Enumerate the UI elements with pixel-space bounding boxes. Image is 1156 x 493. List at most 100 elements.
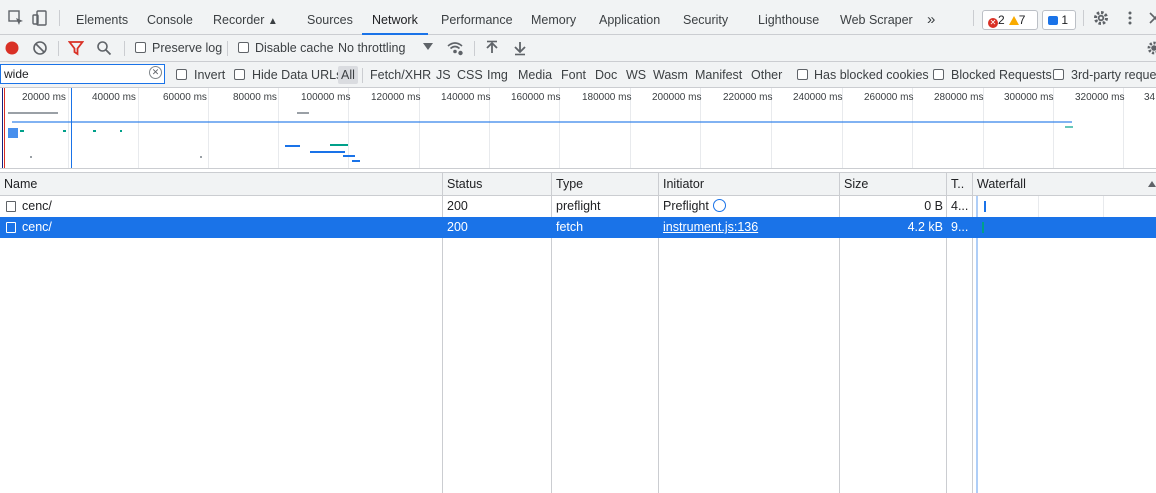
type-filter-fetch-xhr[interactable]: Fetch/XHR	[370, 67, 431, 85]
kebab-menu-icon[interactable]	[1121, 9, 1139, 27]
tab-elements[interactable]: Elements	[76, 0, 128, 35]
search-icon[interactable]	[96, 40, 112, 56]
disable-cache-checkbox[interactable]	[238, 42, 249, 53]
filter-bar: wide ✕ Invert Hide Data URLs All Fetch/X…	[0, 62, 1156, 88]
more-tabs-icon[interactable]: »	[927, 0, 935, 35]
export-har-icon[interactable]	[512, 40, 528, 56]
type-filter-js[interactable]: JS	[436, 67, 451, 85]
blocked-cookies-checkbox[interactable]	[797, 69, 808, 80]
overview-activity-graph	[2, 88, 1073, 168]
request-name: cenc/	[22, 199, 52, 213]
divider	[124, 41, 125, 56]
third-party-checkbox[interactable]	[1053, 69, 1064, 80]
tab-console[interactable]: Console	[147, 0, 193, 35]
tab-memory[interactable]: Memory	[531, 0, 576, 35]
clear-filter-icon[interactable]: ✕	[149, 66, 162, 79]
column-header-size[interactable]: Size	[840, 173, 868, 195]
request-type-icon	[6, 201, 16, 212]
third-party-label: 3rd-party reque	[1071, 68, 1156, 82]
hide-data-urls-label: Hide Data URLs	[252, 68, 343, 82]
divider	[58, 41, 59, 56]
request-time: 4...	[951, 199, 969, 213]
tab-application[interactable]: Application	[599, 0, 660, 35]
inspect-element-icon[interactable]	[7, 9, 25, 27]
import-har-icon[interactable]	[484, 40, 500, 56]
divider	[362, 68, 363, 83]
record-icon[interactable]	[4, 40, 20, 56]
throttling-select[interactable]: No throttling	[338, 41, 405, 55]
column-header-initiator[interactable]: Initiator	[659, 173, 704, 195]
preflight-icon[interactable]	[712, 199, 726, 212]
blocked-requests-checkbox[interactable]	[933, 69, 944, 80]
preserve-log-checkbox[interactable]	[135, 42, 146, 53]
tab-lighthouse[interactable]: Lighthouse	[758, 0, 819, 35]
warning-count: 7	[1018, 13, 1026, 27]
chevron-down-icon[interactable]	[423, 43, 433, 51]
invert-checkbox[interactable]	[176, 69, 187, 80]
network-toolbar: Preserve log Disable cache No throttling	[0, 35, 1156, 62]
waterfall-bar	[984, 201, 986, 212]
request-size: 4.2 kB	[907, 220, 943, 234]
disable-cache-label: Disable cache	[255, 41, 334, 55]
issues-badge[interactable]: ✕ 2 7	[982, 10, 1038, 30]
divider	[973, 10, 974, 26]
messages-badge[interactable]: 1	[1042, 10, 1076, 30]
type-filter-all[interactable]: All	[338, 66, 358, 84]
type-filter-other[interactable]: Other	[751, 67, 782, 85]
filter-icon[interactable]	[68, 40, 84, 56]
column-header-time[interactable]: T..	[947, 173, 964, 195]
column-header-waterfall[interactable]: Waterfall	[973, 173, 1026, 195]
request-name: cenc/	[22, 220, 52, 234]
tab-security[interactable]: Security	[683, 0, 728, 35]
device-toolbar-icon[interactable]	[31, 9, 49, 27]
devtools-tab-bar: Elements Console Recorder ▲ Sources Netw…	[0, 0, 1156, 35]
request-type: preflight	[556, 199, 601, 213]
tab-recorder-label: Recorder	[213, 13, 265, 27]
preserve-log-label: Preserve log	[152, 41, 223, 55]
message-count: 1	[1061, 13, 1069, 27]
request-type: fetch	[556, 220, 584, 234]
close-devtools-icon[interactable]	[1146, 9, 1156, 27]
error-icon: ✕	[988, 18, 998, 28]
column-header-status[interactable]: Status	[443, 173, 482, 195]
waterfall-dom-content-line	[976, 196, 978, 493]
divider	[59, 10, 60, 26]
blocked-requests-label: Blocked Requests	[951, 68, 1052, 82]
clear-icon[interactable]	[32, 40, 48, 56]
type-filter-css[interactable]: CSS	[457, 67, 483, 85]
divider	[227, 41, 228, 56]
tab-recorder[interactable]: Recorder ▲	[213, 0, 278, 35]
filter-input[interactable]: wide	[0, 64, 165, 84]
table-row[interactable]: cenc/ 200 fetch instrument.js:136 4.2 kB…	[0, 217, 1156, 238]
column-header-name[interactable]: Name	[0, 173, 37, 195]
type-filter-ws[interactable]: WS	[626, 67, 646, 85]
sort-arrow-icon	[1148, 181, 1156, 187]
network-settings-gear-icon[interactable]	[1146, 40, 1156, 56]
request-time: 9...	[951, 220, 969, 234]
divider	[1083, 10, 1084, 26]
tab-web-scraper[interactable]: Web Scraper	[840, 0, 913, 35]
type-filter-doc[interactable]: Doc	[595, 67, 617, 85]
tab-sources[interactable]: Sources	[307, 0, 353, 35]
request-initiator: Preflight	[663, 196, 835, 217]
type-filter-manifest[interactable]: Manifest	[695, 67, 742, 85]
settings-gear-icon[interactable]	[1092, 9, 1110, 27]
column-header-type[interactable]: Type	[552, 173, 583, 195]
network-conditions-icon[interactable]	[447, 40, 463, 56]
request-status: 200	[447, 199, 468, 213]
warning-icon	[1008, 16, 1019, 25]
initiator-label: Preflight	[663, 199, 709, 213]
type-filter-img[interactable]: Img	[487, 67, 508, 85]
network-overview[interactable]: 20000 ms 40000 ms 60000 ms 80000 ms 1000…	[0, 88, 1156, 169]
invert-label: Invert	[194, 68, 226, 82]
type-filter-wasm[interactable]: Wasm	[653, 67, 688, 85]
tab-network[interactable]: Network	[362, 0, 428, 35]
initiator-link[interactable]: instrument.js:136	[663, 217, 835, 238]
tab-performance[interactable]: Performance	[441, 0, 513, 35]
request-size: 0 B	[924, 199, 943, 213]
table-row[interactable]: cenc/ 200 preflight Preflight 0 B 4...	[0, 196, 1156, 217]
type-filter-media[interactable]: Media	[518, 67, 552, 85]
type-filter-font[interactable]: Font	[561, 67, 586, 85]
message-icon	[1048, 16, 1058, 25]
hide-data-urls-checkbox[interactable]	[234, 69, 245, 80]
